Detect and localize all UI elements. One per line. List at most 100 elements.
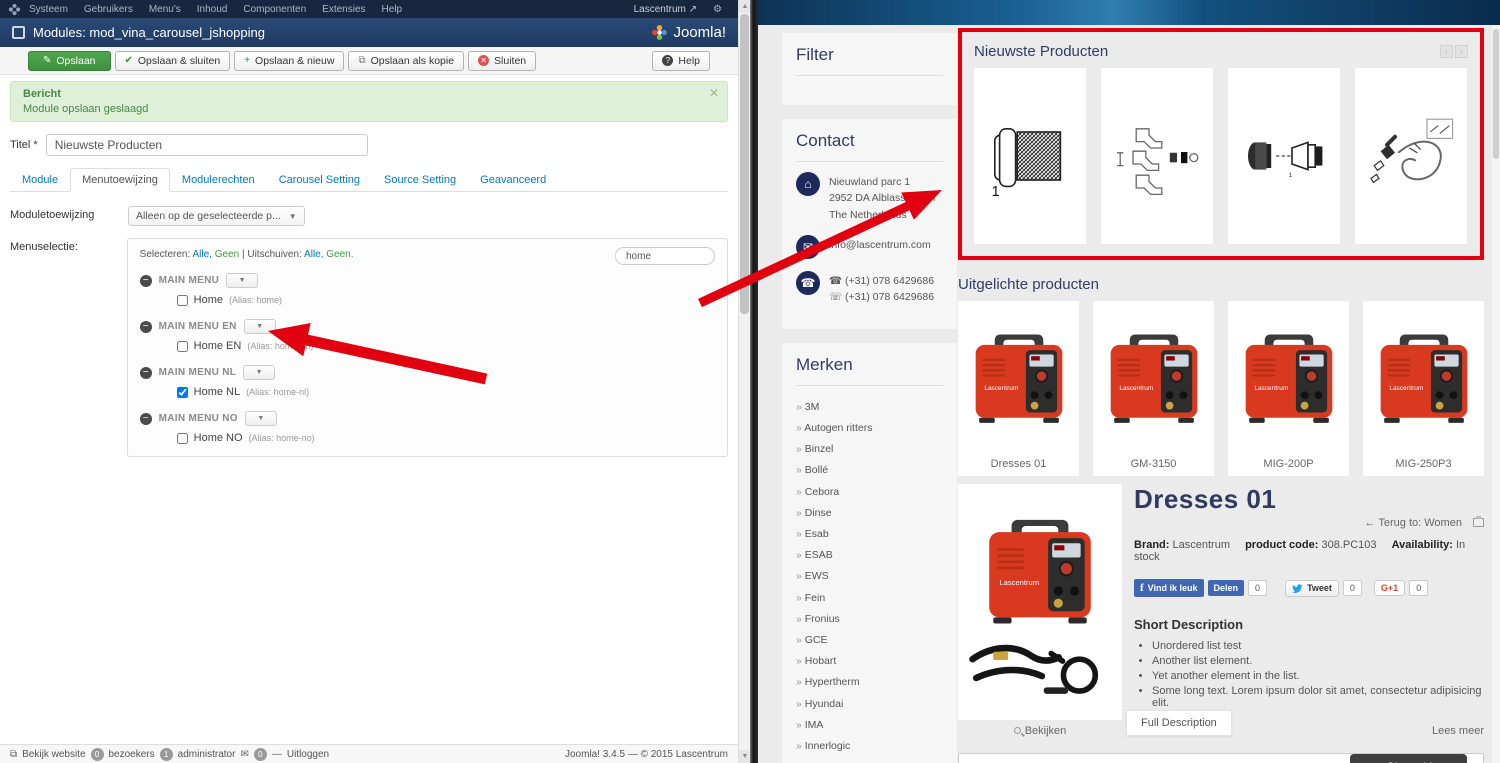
title-input[interactable]: [46, 134, 368, 156]
group-dropdown-button[interactable]: ▼: [244, 319, 276, 334]
group-dropdown-button[interactable]: ▼: [245, 411, 277, 426]
site-banner-image: [758, 0, 1500, 25]
tab-source-setting[interactable]: Source Setting: [372, 168, 468, 192]
assignment-select[interactable]: Alleen op de geselecteerde p...▼: [128, 206, 305, 226]
help-button[interactable]: ?Help: [652, 51, 710, 71]
brand-link[interactable]: EWS: [796, 566, 943, 587]
logout-link[interactable]: Uitloggen: [287, 749, 329, 760]
admin-scrollbar[interactable]: ▲ ▼: [738, 0, 750, 763]
select-all-link[interactable]: Alle,: [192, 249, 211, 260]
brand-link[interactable]: GCE: [796, 629, 943, 650]
brand-link[interactable]: Hypertherm: [796, 672, 943, 693]
admin-status-bar: ⧉ Bekijk website 0 bezoekers 1 administr…: [0, 744, 738, 763]
group-dropdown-button[interactable]: ▼: [243, 365, 275, 380]
home-en-checkbox[interactable]: [177, 341, 188, 352]
site-preview-link[interactable]: Lascentrum ↗: [626, 4, 705, 15]
expand-none-link[interactable]: Geen.: [326, 249, 353, 260]
product-name[interactable]: GM-3150: [1093, 458, 1214, 470]
dismiss-message-icon[interactable]: ✕: [709, 86, 719, 100]
brand-link[interactable]: 3M: [796, 396, 943, 417]
save-button[interactable]: ✎Opslaan: [28, 51, 111, 71]
brand-link[interactable]: Hobart: [796, 651, 943, 672]
brand-link[interactable]: Kemper: [796, 757, 943, 763]
menu-inhoud[interactable]: Inhoud: [189, 4, 236, 15]
featured-product-card[interactable]: MIG-200P: [1228, 301, 1349, 476]
filter-title: Filter: [796, 45, 943, 65]
brand-link[interactable]: Fein: [796, 587, 943, 608]
google-plus-button[interactable]: G+1: [1374, 580, 1405, 596]
product-name[interactable]: MIG-250P3: [1363, 458, 1484, 470]
group-dropdown-button[interactable]: ▼: [226, 273, 258, 288]
brand-link[interactable]: Bollé: [796, 460, 943, 481]
carousel-next-button[interactable]: ›: [1455, 45, 1468, 58]
visitors-label[interactable]: bezoekers: [109, 749, 155, 760]
select-none-link[interactable]: Geen: [215, 249, 239, 260]
facebook-like-button[interactable]: fVind ik leuk: [1134, 579, 1204, 597]
tab-modulerechten[interactable]: Modulerechten: [170, 168, 267, 192]
featured-product-card[interactable]: GM-3150: [1093, 301, 1214, 476]
save-copy-button[interactable]: ⧉Opslaan als kopie: [348, 51, 464, 71]
tab-geavanceerd[interactable]: Geavanceerd: [468, 168, 558, 192]
back-to-category-link[interactable]: ← Terug to: Women: [1365, 517, 1462, 529]
brand-link[interactable]: Esab: [796, 523, 943, 544]
mail-icon[interactable]: ✉: [240, 749, 248, 760]
save-new-button[interactable]: +Opslaan & nieuw: [234, 51, 344, 71]
product-main-image[interactable]: [958, 484, 1122, 720]
close-button[interactable]: ✕Sluiten: [468, 51, 536, 71]
home-no-checkbox[interactable]: [177, 433, 188, 444]
scrollbar-thumb[interactable]: [740, 14, 749, 314]
print-icon[interactable]: [1473, 518, 1484, 527]
menu-item-home: Home (Alias: home): [177, 294, 715, 306]
menu-menus[interactable]: Menu's: [141, 4, 189, 15]
brand-link[interactable]: Innerlogic: [796, 735, 943, 756]
chat-with-us-button[interactable]: Chat with us: [1350, 754, 1467, 763]
admins-label[interactable]: administrator: [178, 749, 236, 760]
featured-product-card[interactable]: MIG-250P3: [1363, 301, 1484, 476]
gear-icon[interactable]: ⚙: [705, 4, 730, 15]
view-product-link[interactable]: Bekijken: [958, 725, 1122, 737]
brand-link[interactable]: Dinse: [796, 502, 943, 523]
brand-link[interactable]: Cebora: [796, 481, 943, 502]
carousel-product-card[interactable]: [1101, 68, 1213, 244]
home-checkbox[interactable]: [177, 295, 188, 306]
carousel-product-card[interactable]: [974, 68, 1086, 244]
module-tabs: Module Menutoewijzing Modulerechten Caro…: [10, 168, 728, 192]
menu-componenten[interactable]: Componenten: [235, 4, 314, 15]
carousel-product-card[interactable]: [1355, 68, 1467, 244]
save-close-button[interactable]: ✔Opslaan & sluiten: [115, 51, 231, 71]
scrollbar-thumb[interactable]: [1493, 29, 1499, 159]
menu-help[interactable]: Help: [374, 4, 411, 15]
product-name[interactable]: MIG-200P: [1228, 458, 1349, 470]
tweet-button[interactable]: Tweet: [1285, 580, 1339, 597]
facebook-share-button[interactable]: Delen: [1208, 580, 1245, 596]
collapse-icon[interactable]: −: [140, 367, 152, 379]
collapse-icon[interactable]: −: [140, 321, 152, 333]
collapse-icon[interactable]: −: [140, 413, 152, 425]
tab-carousel-setting[interactable]: Carousel Setting: [267, 168, 372, 192]
brand-link[interactable]: Autogen ritters: [796, 418, 943, 439]
brand-link[interactable]: Binzel: [796, 439, 943, 460]
featured-product-card[interactable]: Dresses 01: [958, 301, 1079, 476]
collapse-icon[interactable]: −: [140, 275, 152, 287]
carousel-prev-button[interactable]: ‹: [1440, 45, 1453, 58]
expand-all-link[interactable]: Alle,: [304, 249, 323, 260]
brand-link[interactable]: Hyundai: [796, 693, 943, 714]
brand-link[interactable]: ESAB: [796, 545, 943, 566]
product-name[interactable]: Dresses 01: [958, 458, 1079, 470]
menu-gebruikers[interactable]: Gebruikers: [76, 4, 141, 15]
menu-extensies[interactable]: Extensies: [314, 4, 373, 15]
tab-module[interactable]: Module: [10, 168, 70, 192]
carousel-product-card[interactable]: [1228, 68, 1340, 244]
email-link[interactable]: info@lascentrum.com: [829, 235, 931, 259]
menu-search-input[interactable]: [615, 247, 715, 265]
view-site-link[interactable]: Bekijk website: [22, 749, 85, 760]
full-description-tab[interactable]: Full Description: [1126, 710, 1232, 736]
menu-systeem[interactable]: Systeem: [21, 4, 76, 15]
brand-link[interactable]: Fronius: [796, 608, 943, 629]
home-nl-checkbox[interactable]: [177, 387, 188, 398]
brand-link[interactable]: IMA: [796, 714, 943, 735]
menuselectie-label: Menuselectie:: [10, 238, 127, 457]
menu-group-main-nl: − MAIN MENU NL ▼: [140, 365, 715, 380]
site-scrollbar[interactable]: [1492, 25, 1500, 763]
tab-menutoewijzing[interactable]: Menutoewijzing: [70, 168, 170, 192]
